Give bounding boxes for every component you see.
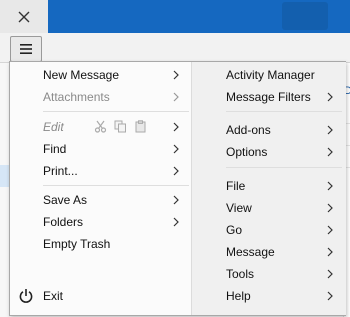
menu-item-go[interactable]: Go	[192, 219, 346, 241]
menu-item-label: Tools	[226, 267, 255, 281]
menu-item-label: Help	[226, 289, 251, 303]
menu-item-help[interactable]: Help	[192, 285, 346, 307]
menu-separator	[226, 111, 342, 112]
menu-item-add-ons[interactable]: Add-ons	[192, 119, 346, 141]
chevron-right-icon	[173, 122, 179, 132]
menu-item-label: Save As	[43, 193, 88, 207]
menu-item-edit[interactable]: Edit	[10, 116, 191, 138]
menu-item-label: New Message	[43, 68, 120, 82]
menu-item-label: Add-ons	[226, 123, 271, 137]
paste-icon[interactable]	[134, 120, 147, 133]
window-titlebar	[0, 0, 350, 33]
chevron-right-icon	[327, 269, 333, 279]
cut-icon[interactable]	[94, 120, 107, 133]
chevron-right-icon	[327, 92, 333, 102]
menu-item-print[interactable]: Print...	[10, 160, 191, 182]
menu-item-label: Options	[226, 145, 268, 159]
chevron-right-icon	[327, 225, 333, 235]
menu-item-exit[interactable]: Exit	[10, 285, 191, 307]
chevron-right-icon	[327, 125, 333, 135]
edit-actions	[94, 120, 147, 133]
chevron-right-icon	[173, 144, 179, 154]
titlebar-button-area	[282, 2, 328, 30]
menu-item-label: Edit	[43, 120, 64, 134]
menu-item-save-as[interactable]: Save As	[10, 189, 191, 211]
menu-item-attachments[interactable]: Attachments	[10, 86, 191, 108]
chevron-right-icon	[327, 147, 333, 157]
menu-item-activity-manager[interactable]: Activity Manager	[192, 64, 346, 86]
chevron-right-icon	[173, 166, 179, 176]
menu-item-label: Find	[43, 142, 67, 156]
menu-item-label: Activity Manager	[226, 68, 315, 82]
chevron-right-icon	[327, 181, 333, 191]
chevron-right-icon	[327, 291, 333, 301]
chevron-right-icon	[327, 247, 333, 257]
chevron-right-icon	[173, 217, 179, 227]
menu-item-new-message[interactable]: New Message	[10, 64, 191, 86]
menu-item-label: Go	[226, 223, 243, 237]
menu-item-folders[interactable]: Folders	[10, 211, 191, 233]
copy-icon[interactable]	[114, 120, 127, 133]
app-menu-left-pane: New Message Attachments Edit Find Print.…	[10, 62, 191, 315]
menu-item-options[interactable]: Options	[192, 141, 346, 163]
app-menu: New Message Attachments Edit Find Print.…	[9, 61, 346, 316]
close-window-button[interactable]	[0, 0, 48, 33]
menu-item-find[interactable]: Find	[10, 138, 191, 160]
menu-item-label: Attachments	[43, 90, 110, 104]
menu-item-label: File	[226, 179, 246, 193]
menu-item-label: Folders	[43, 215, 84, 229]
close-icon	[18, 11, 30, 22]
menu-item-label: Empty Trash	[43, 237, 111, 251]
menu-item-empty-trash[interactable]: Empty Trash	[10, 233, 191, 255]
chevron-right-icon	[173, 195, 179, 205]
menu-item-view[interactable]: View	[192, 197, 346, 219]
menu-item-label: Message	[226, 245, 275, 259]
menu-separator	[226, 167, 342, 168]
chevron-right-icon	[173, 92, 179, 102]
app-menu-button[interactable]	[10, 36, 42, 62]
hamburger-icon	[20, 44, 32, 54]
menu-item-label: View	[226, 201, 252, 215]
menu-item-file[interactable]: File	[192, 175, 346, 197]
menu-item-tools[interactable]: Tools	[192, 263, 346, 285]
menu-item-message-filters[interactable]: Message Filters	[192, 86, 346, 108]
menu-item-label: Print...	[43, 164, 78, 178]
toolbar	[0, 33, 350, 63]
menu-separator	[43, 185, 189, 186]
chevron-right-icon	[173, 70, 179, 80]
menu-item-label: Exit	[43, 289, 64, 303]
power-icon	[19, 289, 33, 303]
chevron-right-icon	[327, 203, 333, 213]
menu-item-message[interactable]: Message	[192, 241, 346, 263]
menu-separator	[43, 111, 189, 112]
menu-item-label: Message Filters	[226, 90, 311, 104]
app-menu-right-pane: Activity Manager Message Filters Add-ons…	[191, 62, 346, 315]
